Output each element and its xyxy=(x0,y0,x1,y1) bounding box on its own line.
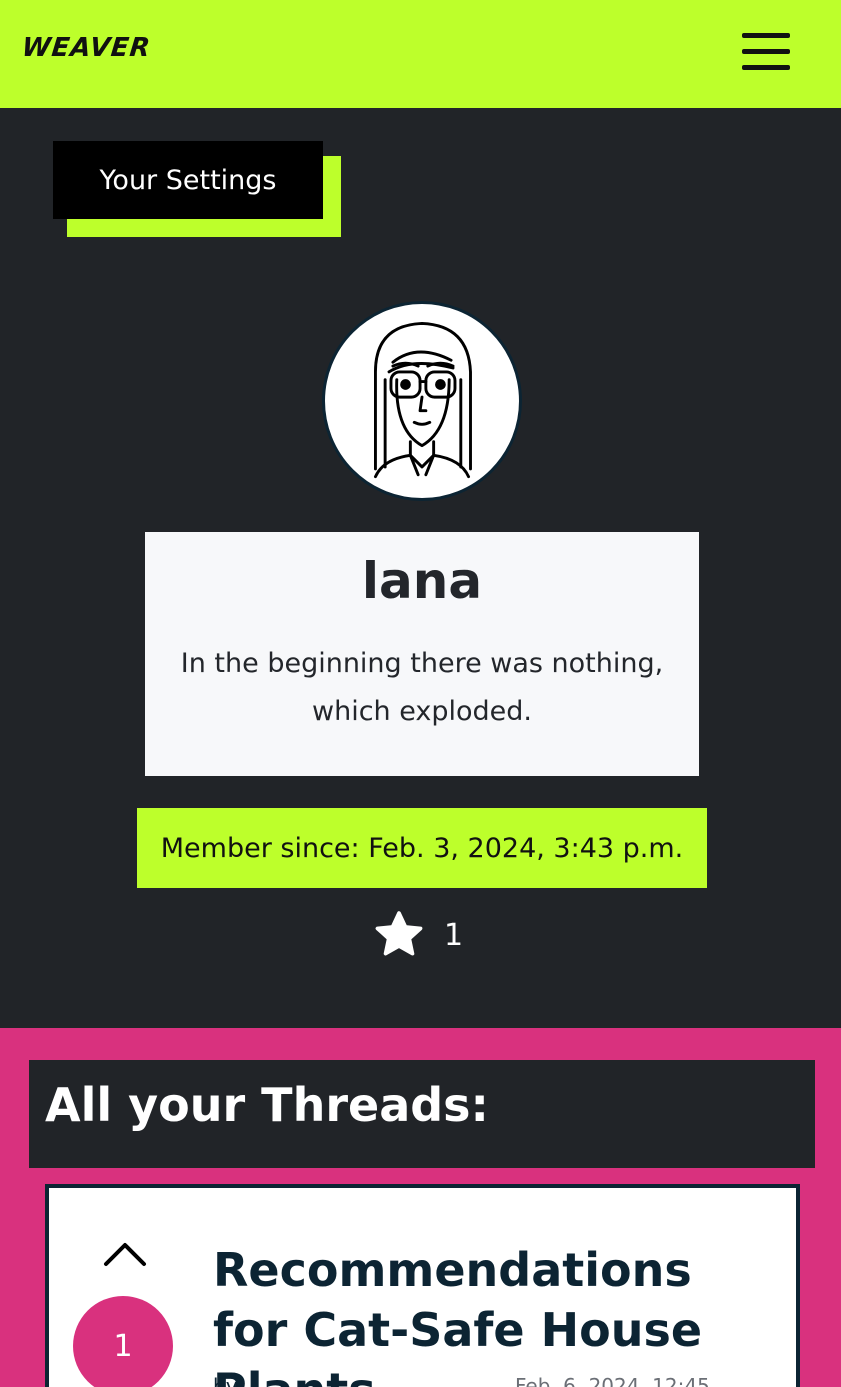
hamburger-menu-icon[interactable] xyxy=(742,32,790,72)
navbar: WEAVER xyxy=(0,0,841,108)
star-count: 1 xyxy=(444,917,464,953)
your-settings-button[interactable]: Your Settings xyxy=(53,141,323,219)
vote-count-badge: 1 xyxy=(73,1296,173,1387)
user-avatar xyxy=(322,301,522,501)
member-since-badge: Member since: Feb. 3, 2024, 3:43 p.m. xyxy=(137,808,707,888)
star-icon[interactable] xyxy=(372,908,426,962)
thread-title-link[interactable]: Recommendations for Cat-Safe House Plant… xyxy=(213,1240,773,1387)
star-rating: 1 xyxy=(372,906,463,964)
chevron-up-icon[interactable] xyxy=(103,1238,147,1268)
threads-section: All your Threads: 1 Recommendations for … xyxy=(0,1028,841,1387)
profile-card: lana In the beginning there was nothing,… xyxy=(145,532,699,776)
user-bio: In the beginning there was nothing, whic… xyxy=(180,648,664,727)
hamburger-line xyxy=(742,65,790,70)
threads-heading: All your Threads: xyxy=(45,1078,489,1132)
username: lana xyxy=(361,552,483,610)
brand-logo[interactable]: WEAVER xyxy=(20,33,152,63)
hamburger-line xyxy=(742,33,790,38)
avatar-illustration-icon xyxy=(373,321,472,479)
thread-author-prefix: by xyxy=(213,1374,238,1387)
thread-card[interactable]: 1 Recommendations for Cat-Safe House Pla… xyxy=(45,1184,800,1387)
hamburger-line xyxy=(742,49,790,54)
threads-header: All your Threads: xyxy=(29,1060,815,1168)
thread-date: Feb. 6, 2024, 12:45 xyxy=(515,1374,710,1387)
